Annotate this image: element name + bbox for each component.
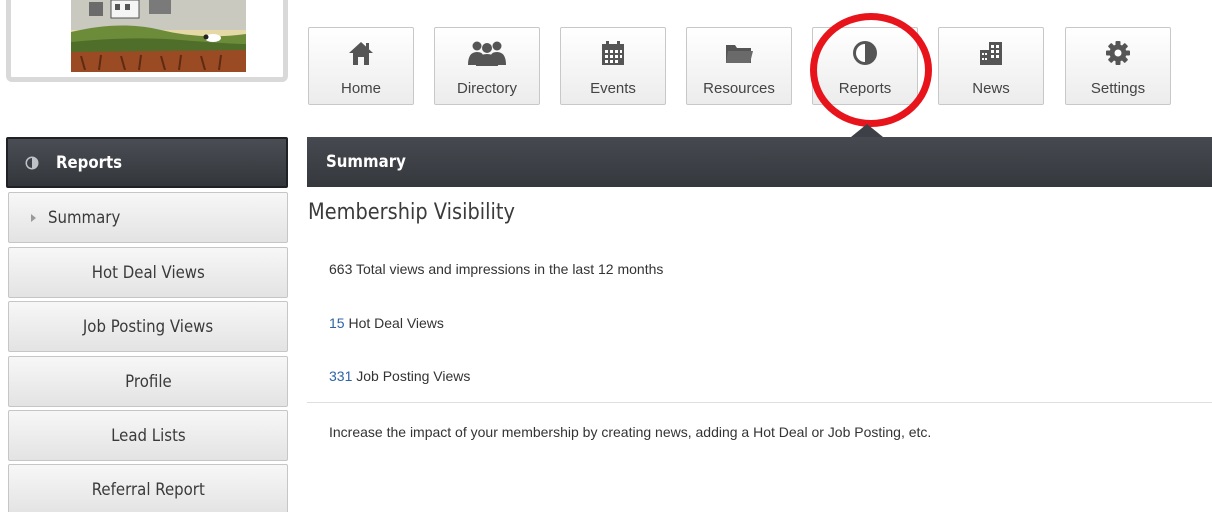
sidebar-item-label: Job Posting Views bbox=[82, 316, 214, 337]
gear-icon bbox=[1106, 41, 1130, 65]
sidebar-header: Reports bbox=[6, 137, 288, 188]
nav-reports-button[interactable]: Reports bbox=[812, 27, 918, 105]
nav-news-button[interactable]: News bbox=[938, 27, 1044, 105]
nav-events-label: Events bbox=[590, 80, 636, 97]
sidebar-item-label: Referral Report bbox=[91, 479, 205, 500]
sidebar-item-label: Lead Lists bbox=[110, 425, 186, 446]
nav-events-button[interactable]: Events bbox=[560, 27, 666, 105]
nav-resources-label: Resources bbox=[703, 80, 775, 97]
calendar-icon bbox=[602, 41, 624, 65]
panel-header-title: Summary bbox=[326, 152, 406, 172]
stat-text: Job Posting Views bbox=[356, 368, 471, 384]
sidebar-item-job-posting-views[interactable]: Job Posting Views bbox=[8, 301, 288, 352]
sidebar-item-label: Hot Deal Views bbox=[91, 262, 205, 283]
sidebar-item-label: Summary bbox=[48, 207, 121, 228]
pie-chart-icon bbox=[853, 41, 877, 65]
stat-value-link[interactable]: 15 bbox=[329, 315, 345, 331]
nav-news-label: News bbox=[972, 80, 1010, 97]
panel-header: Summary bbox=[307, 137, 1212, 187]
active-tab-pointer bbox=[851, 124, 883, 137]
nav-directory-label: Directory bbox=[456, 80, 517, 97]
caret-right-icon bbox=[31, 213, 36, 222]
nav-settings-label: Settings bbox=[1090, 80, 1146, 97]
sidebar-item-lead-lists[interactable]: Lead Lists bbox=[8, 410, 288, 461]
membership-note: Increase the impact of your membership b… bbox=[329, 424, 932, 440]
nav-home-button[interactable]: Home bbox=[308, 27, 414, 105]
nav-reports-label: Reports bbox=[838, 80, 892, 97]
stat-hot-deal-views: 15 Hot Deal Views bbox=[329, 315, 444, 331]
nav-directory-button[interactable]: Directory bbox=[434, 27, 540, 105]
logo-frame bbox=[6, 0, 288, 82]
sidebar-item-referral-report[interactable]: Referral Report bbox=[8, 464, 288, 512]
nav-resources-button[interactable]: Resources bbox=[686, 27, 792, 105]
sidebar-item-label: Profile bbox=[124, 371, 172, 392]
stat-job-posting-views: 331 Job Posting Views bbox=[329, 368, 470, 384]
pie-chart-icon bbox=[25, 156, 39, 169]
sidebar-header-label: Reports bbox=[56, 152, 123, 173]
people-icon bbox=[468, 41, 506, 66]
organization-logo bbox=[71, 0, 246, 72]
home-icon bbox=[349, 42, 373, 65]
divider bbox=[307, 402, 1212, 403]
section-title: Membership Visibility bbox=[308, 200, 515, 225]
sidebar-item-hot-deal-views[interactable]: Hot Deal Views bbox=[8, 247, 288, 298]
sidebar-item-summary[interactable]: Summary bbox=[8, 192, 288, 243]
stat-text: Total views and impressions in the last … bbox=[356, 261, 664, 277]
building-icon bbox=[980, 42, 1002, 65]
stat-value: 663 bbox=[329, 261, 353, 277]
sidebar-item-profile[interactable]: Profile bbox=[8, 356, 288, 407]
nav-home-label: Home bbox=[340, 80, 381, 97]
folder-icon bbox=[726, 45, 753, 63]
stat-total-views: 663 Total views and impressions in the l… bbox=[329, 261, 663, 277]
nav-settings-button[interactable]: Settings bbox=[1065, 27, 1171, 105]
stat-value-link[interactable]: 331 bbox=[329, 368, 352, 384]
stat-text: Hot Deal Views bbox=[348, 315, 444, 331]
